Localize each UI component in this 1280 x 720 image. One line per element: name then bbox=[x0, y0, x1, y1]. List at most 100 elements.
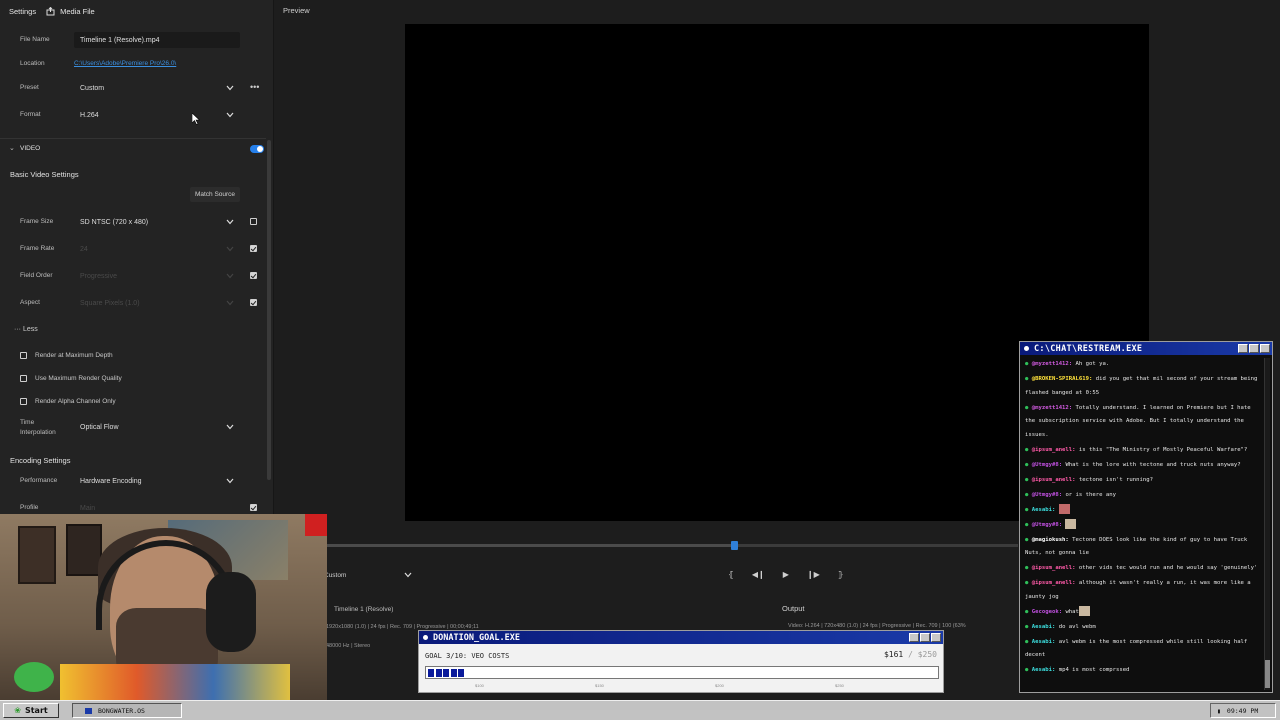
chat-username[interactable]: Aesabi: bbox=[1032, 624, 1059, 630]
chat-username[interactable]: @Utmgy#8: bbox=[1032, 522, 1066, 528]
chat-username[interactable]: @myzett1412: bbox=[1032, 405, 1076, 411]
chat-username[interactable]: @ipsum_anell: bbox=[1032, 477, 1079, 483]
platform-icon: ● bbox=[1025, 491, 1032, 498]
chat-text: what bbox=[1065, 608, 1079, 615]
format-dropdown[interactable]: H.264 bbox=[74, 107, 240, 123]
progress-tick-label: $200 bbox=[715, 683, 724, 688]
close-icon[interactable] bbox=[931, 633, 941, 642]
chat-text: mp4 is most comprssed bbox=[1058, 667, 1130, 673]
frame-size-dropdown[interactable]: SD NTSC (720 x 480) bbox=[74, 214, 240, 230]
max-render-quality-label: Use Maximum Render Quality bbox=[35, 375, 122, 382]
webcam-overlay bbox=[0, 514, 327, 700]
time-interp-label-line1: Time bbox=[20, 419, 35, 426]
frog-plush bbox=[14, 662, 54, 692]
collapse-chevron-icon[interactable]: ⌄ bbox=[9, 144, 15, 152]
chat-text: other vids tec would run and he would sa… bbox=[1078, 565, 1258, 571]
chat-username[interactable]: @BROKEN-SPIRAL619: bbox=[1032, 376, 1096, 382]
chat-username[interactable]: Aesabi: bbox=[1032, 507, 1059, 513]
playhead[interactable] bbox=[731, 541, 739, 550]
frame-size-label: Frame Size bbox=[20, 218, 54, 225]
video-export-toggle[interactable] bbox=[250, 145, 264, 153]
chat-username[interactable]: Aesabi: bbox=[1032, 639, 1059, 645]
render-alpha-checkbox[interactable] bbox=[20, 398, 27, 405]
preset-dropdown[interactable]: Custom bbox=[74, 80, 240, 96]
chat-message: ● @BROKEN-SPIRAL619: did you get that mi… bbox=[1025, 373, 1258, 400]
step-back-icon[interactable]: ◀❙ bbox=[752, 570, 765, 579]
progress-segment bbox=[443, 669, 449, 677]
chevron-down-icon bbox=[226, 299, 234, 307]
taskbar-item[interactable]: BONGWATER.OS bbox=[72, 703, 182, 718]
platform-icon: ● bbox=[1025, 565, 1032, 571]
set-in-icon[interactable]: ⦃ bbox=[728, 570, 734, 579]
range-value: Custom bbox=[324, 571, 347, 579]
chat-scrollbar[interactable] bbox=[1264, 358, 1270, 690]
chevron-down-icon bbox=[226, 111, 234, 119]
settings-scrollbar[interactable] bbox=[267, 140, 271, 480]
platform-icon: ● bbox=[1025, 506, 1032, 513]
performance-dropdown[interactable]: Hardware Encoding bbox=[74, 473, 240, 489]
field-order-match-checkbox[interactable] bbox=[250, 272, 257, 279]
chat-username[interactable]: Gecogeok: bbox=[1032, 609, 1066, 615]
time-interp-value: Optical Flow bbox=[80, 423, 119, 431]
match-source-button[interactable]: Match Source bbox=[190, 187, 240, 202]
aspect-match-checkbox[interactable] bbox=[250, 299, 257, 306]
frame-rate-label: Frame Rate bbox=[20, 245, 55, 252]
streamer-shirt bbox=[60, 664, 290, 700]
chat-username[interactable]: @Utmgy#8: bbox=[1032, 492, 1066, 498]
start-button[interactable]: ❀ Start bbox=[3, 703, 59, 718]
frame-rate-match-checkbox[interactable] bbox=[250, 245, 257, 252]
tab-media-file[interactable]: Media File bbox=[46, 6, 95, 16]
maximize-icon[interactable] bbox=[1249, 344, 1259, 353]
export-icon bbox=[46, 6, 55, 15]
format-value: H.264 bbox=[80, 111, 99, 119]
play-icon[interactable]: ▶ bbox=[783, 570, 789, 579]
step-forward-icon[interactable]: ❙▶ bbox=[807, 570, 820, 579]
chevron-down-icon bbox=[404, 571, 412, 579]
max-render-quality-checkbox[interactable] bbox=[20, 375, 27, 382]
platform-icon: ● bbox=[1025, 376, 1032, 382]
tab-settings[interactable]: Settings bbox=[9, 7, 36, 16]
chat-username[interactable]: @ipsum_anell: bbox=[1032, 565, 1079, 571]
timeline-played bbox=[326, 544, 735, 547]
timeline-scrubber[interactable] bbox=[326, 540, 1018, 550]
speaker-icon[interactable]: ▮ bbox=[1217, 707, 1221, 715]
frame-size-match-checkbox[interactable] bbox=[250, 218, 257, 225]
range-dropdown[interactable]: Custom bbox=[318, 568, 418, 582]
preview-title: Preview bbox=[283, 6, 310, 15]
chat-username[interactable]: @ipsum_anell: bbox=[1032, 580, 1079, 586]
progress-segment bbox=[435, 669, 442, 677]
file-name-field[interactable]: Timeline 1 (Resolve).mp4 bbox=[74, 32, 240, 48]
platform-icon: ● bbox=[1025, 536, 1032, 543]
source-audio: 48000 Hz | Stereo bbox=[326, 643, 371, 649]
less-label: Less bbox=[22, 326, 38, 333]
less-toggle[interactable]: ··· Less bbox=[14, 326, 38, 333]
chat-message: ● @Utmgy#8: or is there any bbox=[1025, 489, 1258, 503]
render-max-depth-checkbox[interactable] bbox=[20, 352, 27, 359]
chat-username[interactable]: @myzett1412: bbox=[1032, 361, 1076, 367]
aspect-dropdown[interactable]: Square Pixels (1.0) bbox=[74, 295, 240, 311]
goal-target: $250 bbox=[917, 650, 937, 659]
chat-username[interactable]: Aesabi: bbox=[1032, 667, 1059, 673]
set-out-icon[interactable]: ⦄ bbox=[838, 570, 844, 579]
frame-rate-dropdown[interactable]: 24 bbox=[74, 241, 240, 257]
performance-value: Hardware Encoding bbox=[80, 477, 142, 485]
progress-tick-label: $250 bbox=[835, 683, 844, 688]
tab-media-file-label: Media File bbox=[60, 6, 95, 16]
emote-icon bbox=[1058, 504, 1070, 514]
chat-username[interactable]: @ipsum_anell: bbox=[1032, 447, 1079, 453]
profile-match-checkbox[interactable] bbox=[250, 504, 257, 511]
maximize-icon[interactable] bbox=[920, 633, 930, 642]
minimize-icon[interactable] bbox=[909, 633, 919, 642]
chat-message: ● @myzett1412: Totally understand. I lea… bbox=[1025, 402, 1258, 443]
chat-username[interactable]: @Utmgy#8: bbox=[1032, 462, 1066, 468]
time-interpolation-dropdown[interactable]: Optical Flow bbox=[74, 419, 240, 435]
chat-username[interactable]: @magiokush: bbox=[1032, 537, 1072, 543]
more-options-icon[interactable]: ••• bbox=[250, 82, 259, 92]
close-icon[interactable] bbox=[1260, 344, 1270, 353]
progress-tick-label: $150 bbox=[595, 683, 604, 688]
location-link[interactable]: C:\Users\Adobe\Premiere Pro\26.0\ bbox=[74, 60, 176, 67]
chat-message: ● Aesabi: mp4 is most comprssed bbox=[1025, 664, 1258, 678]
minimize-icon[interactable] bbox=[1238, 344, 1248, 353]
field-order-dropdown[interactable]: Progressive bbox=[74, 268, 240, 284]
scroll-thumb[interactable] bbox=[1265, 660, 1270, 688]
